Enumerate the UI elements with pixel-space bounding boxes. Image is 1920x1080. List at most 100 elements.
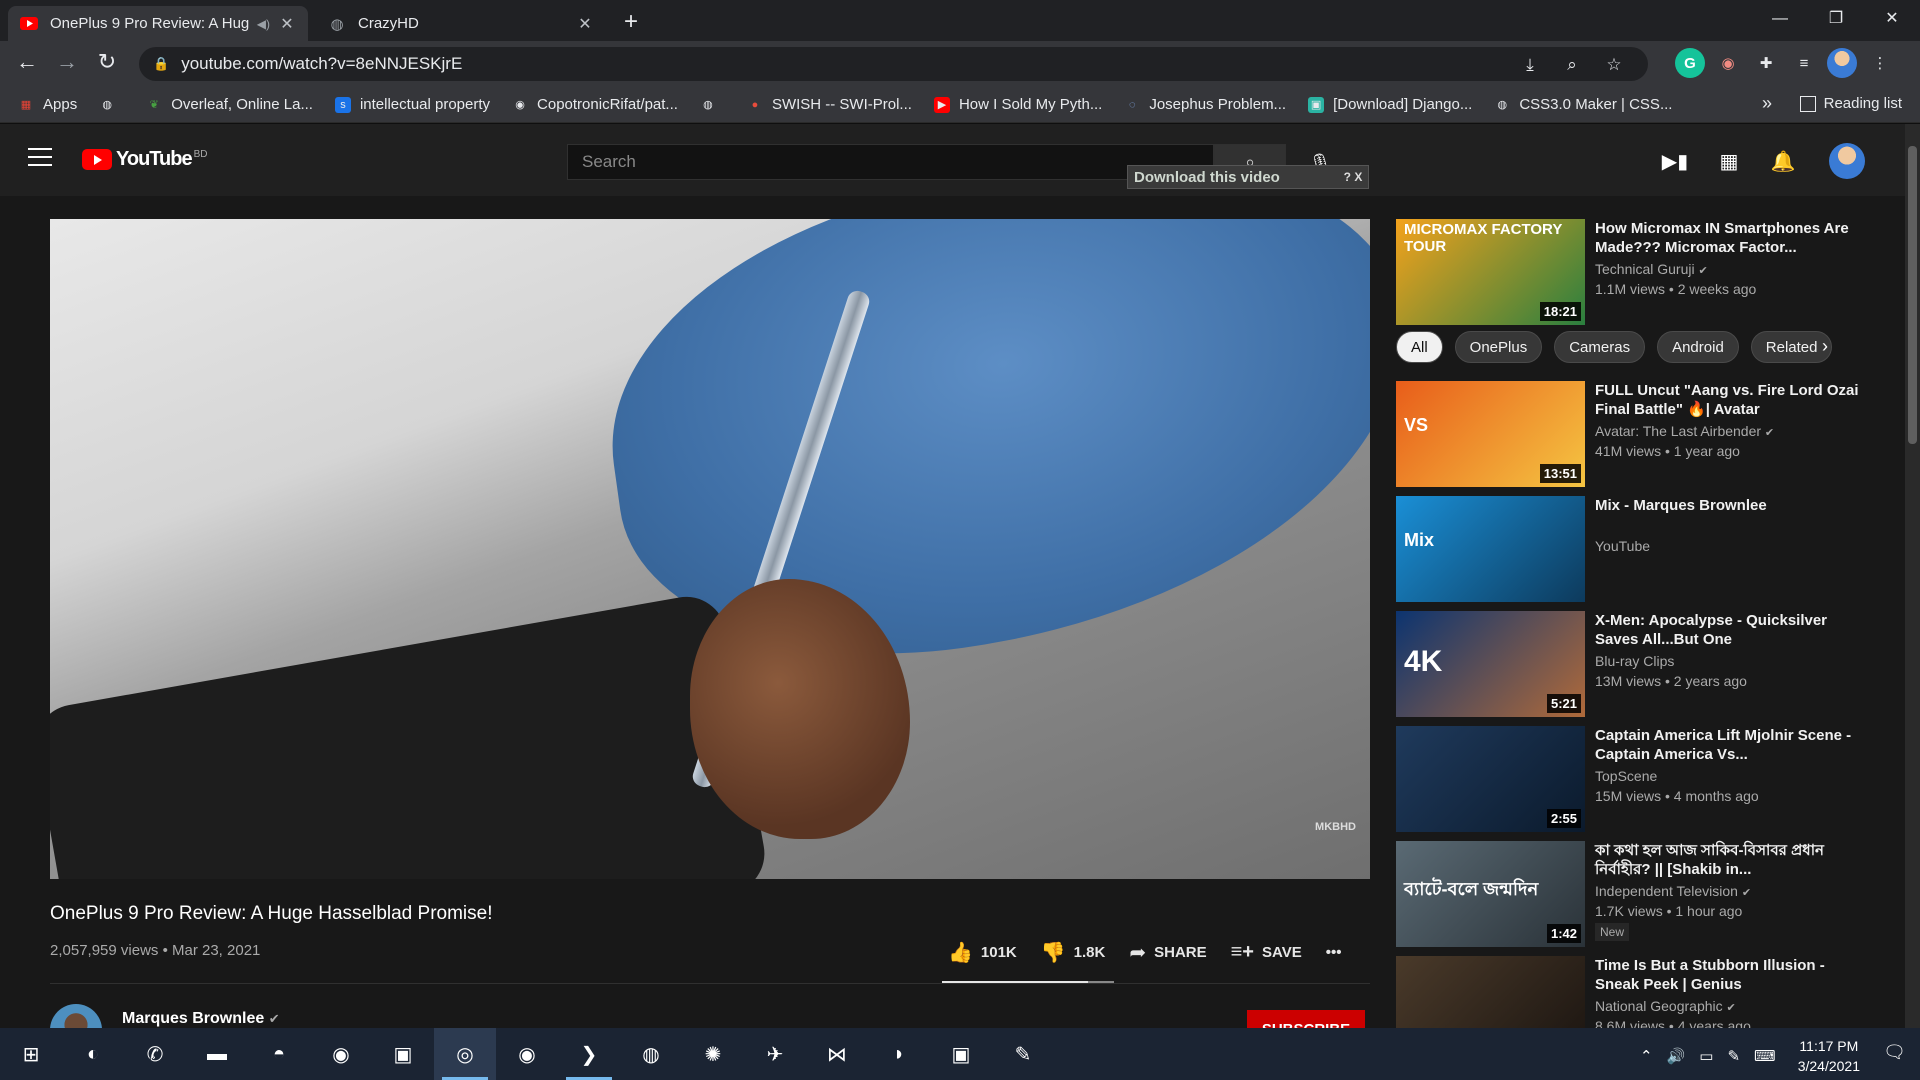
bookmark-globe-2[interactable]: ◍ xyxy=(700,97,725,113)
chip-cameras[interactable]: Cameras xyxy=(1554,331,1646,363)
bookmark-overleaf[interactable]: ❦ Overleaf, Online La... xyxy=(146,96,313,113)
install-app-icon[interactable]: ⤓ xyxy=(1516,51,1544,79)
youtube-logo[interactable]: YouTube BD xyxy=(82,148,207,171)
related-video-title[interactable]: How Micromax IN Smartphones Are Made??? … xyxy=(1595,219,1865,257)
new-tab-button[interactable]: + xyxy=(624,8,638,36)
chevron-up-icon[interactable]: ⌃ xyxy=(1640,1047,1653,1065)
reading-list-button[interactable]: Reading list xyxy=(1799,95,1902,112)
related-video-item[interactable]: MICROMAX FACTORY TOUR 18:21 How Micromax I… xyxy=(1396,219,1886,325)
more-actions-button[interactable]: ••• xyxy=(1326,944,1342,961)
bookmark-django[interactable]: ▣ [Download] Django... xyxy=(1308,96,1472,113)
chip-oneplus[interactable]: OnePlus xyxy=(1454,331,1543,363)
chevron-right-icon[interactable]: › xyxy=(1822,336,1828,357)
bookmark-youtube[interactable]: ▶ How I Sold My Pyth... xyxy=(933,96,1102,113)
edge-icon[interactable]: ◐ xyxy=(62,1028,124,1080)
notification-center-icon[interactable]: 🗨 xyxy=(1883,1042,1906,1063)
app-orange-icon[interactable]: ▣ xyxy=(372,1028,434,1080)
apps-grid-icon[interactable]: ▦ xyxy=(1714,146,1744,176)
related-video-item[interactable]: Mix Mix - Marques Brownlee YouTube xyxy=(1396,496,1886,602)
account-avatar[interactable] xyxy=(1829,143,1865,179)
menu-icon[interactable] xyxy=(28,148,52,172)
extension-shield-icon[interactable]: ◉ xyxy=(1713,48,1743,78)
forward-button[interactable]: → xyxy=(52,49,82,75)
bookmark-swish[interactable]: ● SWISH -- SWI-Prol... xyxy=(747,96,912,113)
bookmark-globe[interactable]: ◍ xyxy=(99,97,124,113)
video-thumbnail[interactable]: MICROMAX FACTORY TOUR 18:21 xyxy=(1396,219,1585,325)
vpn-icon[interactable]: ◓ xyxy=(248,1028,310,1080)
reload-button[interactable]: ↻ xyxy=(92,49,122,75)
extensions-puzzle-icon[interactable]: ✚ xyxy=(1751,48,1781,78)
video-thumbnail[interactable]: ব্যাটে-বলে জন্মদিন 1:42 xyxy=(1396,841,1585,947)
bookmark-css-maker[interactable]: ◍ CSS3.0 Maker | CSS... xyxy=(1494,96,1673,113)
firefox-icon[interactable]: ◉ xyxy=(310,1028,372,1080)
notepad-icon[interactable]: ✎ xyxy=(992,1028,1054,1080)
dislike-button[interactable]: 👎 1.8K xyxy=(1041,940,1106,965)
chip-related[interactable]: Related xyxy=(1750,331,1833,363)
search-input[interactable]: Search xyxy=(567,144,1214,180)
lock-icon[interactable]: 🔒 xyxy=(153,56,169,72)
notifications-bell-icon[interactable]: 🔔 xyxy=(1768,146,1798,176)
chip-all[interactable]: All xyxy=(1396,331,1443,363)
bookmark-github[interactable]: ◉ CopotronicRifat/pat... xyxy=(512,96,678,113)
create-video-icon[interactable]: ▶▮ xyxy=(1660,146,1690,176)
related-video-title[interactable]: কা কথা হল আজ সাকিব-বিসাবর প্রধান নির্বাহ… xyxy=(1595,841,1865,879)
video-thumbnail[interactable]: 4K 5:21 xyxy=(1396,611,1585,717)
bookmark-josephus[interactable]: ◌ Josephus Problem... xyxy=(1124,96,1286,113)
github-desktop-icon[interactable]: ◉ xyxy=(496,1028,558,1080)
share-button[interactable]: ➦ SHARE xyxy=(1129,940,1206,965)
bookmark-intellectual-property[interactable]: s intellectual property xyxy=(334,96,490,113)
restore-button[interactable]: ❐ xyxy=(1808,0,1864,41)
related-video-title[interactable]: Captain America Lift Mjolnir Scene - Cap… xyxy=(1595,726,1865,764)
chrome-icon[interactable]: ◎ xyxy=(434,1028,496,1080)
bookmarks-overflow-button[interactable]: » xyxy=(1762,93,1772,114)
close-window-button[interactable]: ✕ xyxy=(1864,0,1920,41)
network-icon[interactable]: ▭ xyxy=(1699,1047,1713,1065)
visual-studio-icon[interactable]: ⋈ xyxy=(806,1028,868,1080)
related-video-item[interactable]: VS 13:51 FULL Uncut "Aang vs. Fire Lord Oz… xyxy=(1396,381,1886,487)
chrome-menu-icon[interactable]: ⋮ xyxy=(1865,48,1895,78)
file-explorer-icon[interactable]: ▬ xyxy=(186,1028,248,1080)
pen-icon[interactable]: ✎ xyxy=(1727,1047,1740,1065)
vscode-icon[interactable]: ❯ xyxy=(558,1028,620,1080)
page-scrollbar[interactable] xyxy=(1905,124,1920,1028)
related-video-title[interactable]: X-Men: Apocalypse - Quicksilver Saves Al… xyxy=(1595,611,1865,649)
related-video-title[interactable]: Time Is But a Stubborn Illusion - Sneak … xyxy=(1595,956,1865,994)
related-video-title[interactable]: Mix - Marques Brownlee xyxy=(1595,496,1865,515)
bookmark-apps[interactable]: ▦ Apps xyxy=(18,96,77,113)
tab-crazyhd[interactable]: ◍ CrazyHD ✕ xyxy=(316,6,606,41)
related-video-item[interactable]: 2:55 Captain America Lift Mjolnir Scene -… xyxy=(1396,726,1886,832)
pycharm-icon[interactable]: ▣ xyxy=(930,1028,992,1080)
clock[interactable]: 11:17 PM 3/24/2021 xyxy=(1798,1036,1860,1076)
minimize-button[interactable]: — xyxy=(1752,0,1808,41)
video-thumbnail[interactable]: VS 13:51 xyxy=(1396,381,1585,487)
save-button[interactable]: ≡+ SAVE xyxy=(1231,941,1302,964)
bookmark-star-icon[interactable]: ☆ xyxy=(1600,51,1628,79)
volume-icon[interactable]: 🔊 xyxy=(1667,1047,1686,1065)
video-thumbnail[interactable]: Mix xyxy=(1396,496,1585,602)
download-video-banner[interactable]: Download this video ? X xyxy=(1127,165,1369,189)
globe-app-icon[interactable]: ◍ xyxy=(620,1028,682,1080)
messenger-icon[interactable]: ◗ xyxy=(868,1028,930,1080)
audio-playing-icon[interactable]: ◀) xyxy=(257,17,270,31)
chip-android[interactable]: Android xyxy=(1657,331,1739,363)
url-text[interactable]: youtube.com/watch?v=8eNNJESKjrE xyxy=(181,54,462,74)
channel-name[interactable]: Marques Brownlee ✔ xyxy=(122,1010,280,1028)
back-button[interactable]: ← xyxy=(12,49,42,75)
like-button[interactable]: 👍 101K xyxy=(948,940,1017,965)
keyboard-icon[interactable]: ⌨ xyxy=(1754,1047,1776,1065)
related-video-item[interactable]: ব্যাটে-বলে জন্মদিন 1:42 কা কথা হল আজ সাকিব… xyxy=(1396,841,1886,947)
tab-close-icon[interactable]: ✕ xyxy=(278,14,296,34)
tab-close-icon[interactable]: ✕ xyxy=(576,14,594,34)
address-bar[interactable]: 🔒 youtube.com/watch?v=8eNNJESKjrE ⤓ ⌕ ☆ xyxy=(139,47,1648,81)
windows-start-icon[interactable]: ⊞ xyxy=(0,1028,62,1080)
video-thumbnail[interactable]: 2:55 xyxy=(1396,726,1585,832)
tab-youtube[interactable]: OnePlus 9 Pro Review: A Hug ◀) ✕ xyxy=(8,6,308,41)
satellite-icon[interactable]: ✈ xyxy=(744,1028,806,1080)
zoom-icon[interactable]: ⌕ xyxy=(1558,51,1586,79)
video-player[interactable]: MKBHD xyxy=(50,219,1370,879)
related-video-item[interactable]: 4K 5:21 X-Men: Apocalypse - Quicksilver Sa… xyxy=(1396,611,1886,717)
whatsapp-icon[interactable]: ✆ xyxy=(124,1028,186,1080)
media-control-icon[interactable]: ≡ xyxy=(1789,48,1819,78)
profile-avatar[interactable] xyxy=(1827,48,1857,78)
grammarly-icon[interactable]: G xyxy=(1675,48,1705,78)
